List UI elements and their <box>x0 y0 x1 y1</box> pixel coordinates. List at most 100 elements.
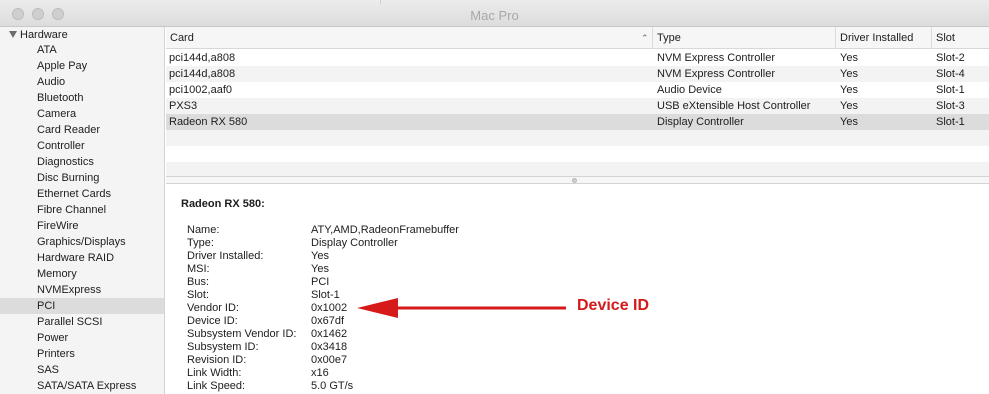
cell-slot: Slot-1 <box>936 84 965 96</box>
property-value: 0x1002 <box>311 302 348 314</box>
cell-slot: Slot-3 <box>936 100 965 112</box>
sidebar-item-audio[interactable]: Audio <box>0 74 164 90</box>
cell-type: NVM Express Controller <box>657 68 775 80</box>
sidebar-item-diagnostics[interactable]: Diagnostics <box>0 154 164 170</box>
main-pane: Card ⌃ Type Driver Installed Slot pci144… <box>166 27 989 394</box>
property-value: 0x1462 <box>311 328 348 340</box>
sidebar-item-label: Diagnostics <box>37 156 94 168</box>
sidebar-item-power[interactable]: Power <box>0 330 164 346</box>
sidebar-item-label: Fibre Channel <box>37 204 107 216</box>
sidebar-item-card-reader[interactable]: Card Reader <box>0 122 164 138</box>
table-row[interactable]: PXS3 USB eXtensible Host Controller Yes Slo… <box>166 98 989 114</box>
sidebar-item-label: SATA/SATA Express <box>37 380 137 392</box>
sidebar-item-controller[interactable]: Controller <box>0 138 164 154</box>
sidebar-item-label: PCI <box>37 300 56 312</box>
annotation-label: Device ID <box>577 297 650 314</box>
cell-type: Audio Device <box>657 84 722 96</box>
pane-splitter[interactable] <box>166 176 989 184</box>
property-label: Subsystem Vendor ID: <box>187 328 297 340</box>
sidebar-item-label: Apple Pay <box>37 60 88 72</box>
table-row[interactable]: Radeon RX 580 Display Controller Yes Slot-1 <box>166 114 989 130</box>
window-title: Mac Pro <box>470 8 519 23</box>
sidebar-item-bluetooth[interactable]: Bluetooth <box>0 90 164 106</box>
detail-title: Radeon RX 580: <box>181 198 265 210</box>
sidebar-item-firewire[interactable]: FireWire <box>0 218 164 234</box>
sidebar-item-nvmexpress[interactable]: NVMExpress <box>0 282 164 298</box>
property-value: 5.0 GT/s <box>311 380 354 392</box>
sidebar-item-label: Controller <box>37 140 85 152</box>
sidebar-item-hardware-raid[interactable]: Hardware RAID <box>0 250 164 266</box>
property-label: Vendor ID: <box>187 302 239 314</box>
cell-driver: Yes <box>840 100 858 112</box>
cell-driver: Yes <box>840 116 858 128</box>
sidebar-section-label: Hardware <box>20 29 68 41</box>
cell-type: NVM Express Controller <box>657 52 775 64</box>
cell-driver: Yes <box>840 52 858 64</box>
sidebar-item-sata-sata-express[interactable]: SATA/SATA Express <box>0 378 164 394</box>
sidebar: Hardware ATA Apple Pay Audio Bluetooth Camer… <box>0 27 165 394</box>
column-header-slot[interactable]: Slot <box>932 27 989 49</box>
sidebar-item-graphics-displays[interactable]: Graphics/Displays <box>0 234 164 250</box>
cell-type: USB eXtensible Host Controller <box>657 100 811 112</box>
sidebar-item-label: Power <box>37 332 69 344</box>
sidebar-section-hardware[interactable]: Hardware <box>9 28 68 43</box>
property-value: Yes <box>311 263 329 275</box>
property-label: Subsystem ID: <box>187 341 259 353</box>
sort-ascending-icon[interactable]: ⌃ <box>641 33 649 44</box>
column-header-driver-label: Driver Installed <box>840 32 914 44</box>
sidebar-item-label: Ethernet Cards <box>37 188 111 200</box>
sidebar-item-ethernet-cards[interactable]: Ethernet Cards <box>0 186 164 202</box>
cell-driver: Yes <box>840 84 858 96</box>
table-header: Card ⌃ Type Driver Installed Slot <box>166 27 989 49</box>
property-label: Device ID: <box>187 315 238 327</box>
sidebar-item-label: Bluetooth <box>37 92 84 104</box>
sidebar-item-label: Parallel SCSI <box>37 316 103 328</box>
sidebar-item-disc-burning[interactable]: Disc Burning <box>0 170 164 186</box>
property-value: PCI <box>311 276 330 288</box>
property-value: 0x3418 <box>311 341 348 353</box>
cell-driver: Yes <box>840 68 858 80</box>
table-row[interactable]: pci144d,a808 NVM Express Controller Yes Slo… <box>166 50 989 66</box>
disclosure-triangle-icon[interactable] <box>9 31 17 38</box>
sidebar-item-parallel-scsi[interactable]: Parallel SCSI <box>0 314 164 330</box>
column-header-card-label: Card <box>170 32 194 44</box>
column-header-driver-installed[interactable]: Driver Installed <box>836 27 932 49</box>
property-label: Link Speed: <box>187 380 246 392</box>
property-value: 0x67df <box>311 315 345 327</box>
sidebar-item-apple-pay[interactable]: Apple Pay <box>0 58 164 74</box>
sidebar-item-memory[interactable]: Memory <box>0 266 164 282</box>
sidebar-item-label: SAS <box>37 364 60 376</box>
cell-card: pci144d,a808 <box>169 52 236 64</box>
cell-card: Radeon RX 580 <box>169 116 248 128</box>
sidebar-item-label: ATA <box>37 44 57 56</box>
cell-slot: Slot-4 <box>936 68 965 80</box>
column-header-type[interactable]: Type <box>653 27 836 49</box>
property-value: Display Controller <box>311 237 398 249</box>
table-row[interactable]: pci1002,aaf0 Audio Device Yes Slot-1 <box>166 82 989 98</box>
property-value: Yes <box>311 250 329 262</box>
sidebar-item-fibre-channel[interactable]: Fibre Channel <box>0 202 164 218</box>
table-row-empty <box>166 146 989 162</box>
property-value: 0x00e7 <box>311 354 348 366</box>
column-header-card[interactable]: Card <box>166 27 653 49</box>
sidebar-item-label: NVMExpress <box>37 284 102 296</box>
sidebar-item-printers[interactable]: Printers <box>0 346 164 362</box>
column-header-type-label: Type <box>657 32 681 44</box>
sidebar-item-label: Graphics/Displays <box>37 236 126 248</box>
sidebar-item-pci[interactable]: PCI <box>0 298 164 314</box>
sidebar-item-camera[interactable]: Camera <box>0 106 164 122</box>
sidebar-item-ata[interactable]: ATA <box>0 42 164 58</box>
property-label: Slot: <box>187 289 210 301</box>
sidebar-item-label: Disc Burning <box>37 172 100 184</box>
sidebar-item-label: Hardware RAID <box>37 252 115 264</box>
sidebar-item-sas[interactable]: SAS <box>0 362 164 378</box>
splitter-handle-icon[interactable] <box>572 178 577 183</box>
sidebar-item-label: Camera <box>37 108 77 120</box>
property-value: ATY,AMD,RadeonFramebuffer <box>311 224 459 236</box>
sidebar-item-label: FireWire <box>37 220 79 232</box>
sidebar-item-label: Audio <box>37 76 66 88</box>
cell-card: PXS3 <box>169 100 198 112</box>
table-row[interactable]: pci144d,a808 NVM Express Controller Yes Slo… <box>166 66 989 82</box>
sidebar-item-label: Card Reader <box>37 124 100 136</box>
property-value: x16 <box>311 367 329 379</box>
